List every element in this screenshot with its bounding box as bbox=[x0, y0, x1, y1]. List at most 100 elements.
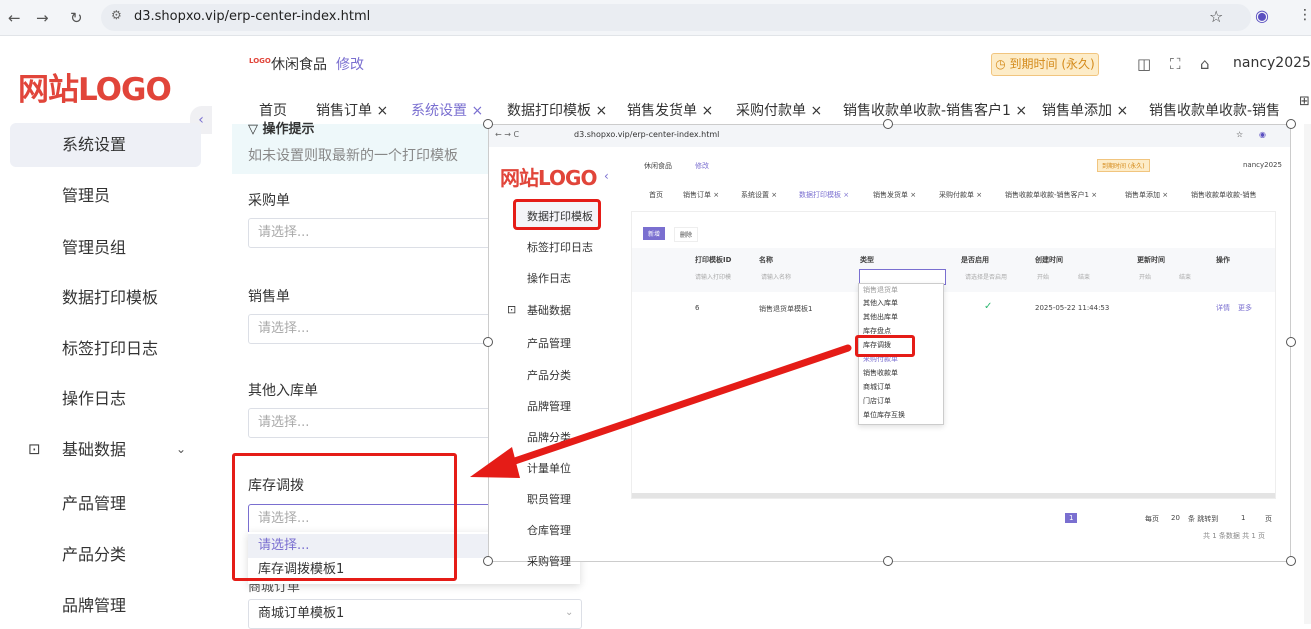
field-label-purchase: 采购单 bbox=[248, 193, 290, 209]
embedded-col: 创建时间 bbox=[1035, 256, 1063, 264]
embedded-row-more: 更多 bbox=[1238, 304, 1252, 312]
expire-badge: ◷ 到期时间 (永久) bbox=[991, 53, 1099, 76]
embedded-title: 休闲食品 bbox=[644, 162, 672, 170]
embedded-menu-item: 品牌管理 bbox=[527, 400, 571, 413]
embedded-filter: 请选择是否启用 bbox=[965, 274, 1008, 281]
tab-sales-receipt[interactable]: 销售收款单收款-销售 bbox=[1149, 100, 1280, 120]
embedded-url: d3.shopxo.vip/erp-center-index.html bbox=[574, 130, 720, 139]
resize-handle[interactable] bbox=[483, 337, 493, 347]
header-logo: LOGO bbox=[249, 57, 271, 65]
tab-sales-receipt-customer[interactable]: 销售收款单收款-销售客户1 × bbox=[843, 100, 1027, 120]
browser-menu-icon[interactable]: ⋮ bbox=[1298, 7, 1311, 23]
sidebar-item-admin-group[interactable]: 管理员组 bbox=[10, 226, 201, 270]
embedded-highlight-box bbox=[855, 335, 915, 357]
embedded-collapse-icon: ‹ bbox=[604, 169, 609, 183]
sidebar-item-label: 产品管理 bbox=[62, 494, 127, 513]
tab-print-template[interactable]: 数据打印模板 × bbox=[507, 100, 607, 120]
chart-icon: ⊡ bbox=[28, 440, 41, 458]
sidebar: 网站LOGO ‹ 系统设置 管理员 管理员组 数据打印模板 标签打印日志 操作日… bbox=[0, 36, 212, 625]
resize-handle[interactable] bbox=[883, 119, 893, 129]
embedded-filter: 结束 bbox=[1078, 274, 1091, 281]
tab-sales-order[interactable]: 销售订单 × bbox=[316, 100, 388, 120]
embedded-col: 名称 bbox=[759, 256, 773, 264]
embedded-total: 共 1 条数据 共 1 页 bbox=[1203, 532, 1266, 540]
embedded-goto-label: 条 跳转到 bbox=[1188, 515, 1219, 523]
embedded-menu-item: 品牌分类 bbox=[527, 431, 571, 444]
tab-purchase-payment[interactable]: 采购付款单 × bbox=[736, 100, 822, 120]
embedded-col: 是否启用 bbox=[961, 256, 989, 264]
resize-handle[interactable] bbox=[483, 119, 493, 129]
sidebar-item-label: 产品分类 bbox=[62, 545, 127, 564]
resize-handle[interactable] bbox=[1286, 337, 1296, 347]
chevron-down-icon[interactable]: ⌄ bbox=[176, 442, 186, 456]
embedded-menu-item: 产品分类 bbox=[527, 369, 571, 382]
tab-sales-delivery[interactable]: 销售发货单 × bbox=[627, 100, 713, 120]
page-scrollbar[interactable] bbox=[1304, 124, 1311, 624]
sidebar-item-product[interactable]: 产品管理 bbox=[10, 482, 201, 526]
embedded-menu-item: 仓库管理 bbox=[527, 524, 571, 537]
resize-handle[interactable] bbox=[1286, 119, 1296, 129]
embedded-screenshot: ← → C d3.shopxo.vip/erp-center-index.htm… bbox=[488, 124, 1291, 568]
sidebar-item-product-category[interactable]: 产品分类 bbox=[10, 533, 201, 577]
layout-icon[interactable]: ◫ bbox=[1137, 55, 1151, 73]
sidebar-item-label: 标签打印日志 bbox=[62, 339, 159, 358]
sidebar-item-label: 管理员 bbox=[62, 186, 111, 205]
chevron-down-icon: ⌄ bbox=[565, 607, 574, 618]
sidebar-item-system-settings[interactable]: 系统设置 bbox=[10, 123, 201, 167]
embedded-goto: 1 bbox=[1241, 514, 1246, 522]
tip-text: 如未设置则取最新的一个打印模板 bbox=[248, 148, 458, 164]
address-bar[interactable]: ⚙ d3.shopxo.vip/erp-center-index.html bbox=[101, 4, 1251, 31]
embedded-h-scroll bbox=[632, 493, 1275, 498]
reload-icon[interactable]: ↻ bbox=[70, 9, 83, 27]
embedded-page-current: 1 bbox=[1065, 513, 1078, 523]
back-icon[interactable]: ← bbox=[8, 9, 21, 27]
edit-link[interactable]: 修改 bbox=[336, 54, 364, 74]
embedded-row-created: 2025-05-22 11:44:53 bbox=[1035, 304, 1110, 312]
embedded-type-option: 单位库存互换 bbox=[863, 411, 905, 419]
home-icon[interactable]: ⌂ bbox=[1200, 55, 1210, 73]
resize-handle[interactable] bbox=[883, 556, 893, 566]
embedded-row-detail: 详情 bbox=[1216, 304, 1230, 312]
embedded-user: nancy2025 bbox=[1243, 161, 1282, 169]
embedded-row-name: 销售退货单模板1 bbox=[759, 305, 813, 313]
embedded-menu-item: 操作日志 bbox=[527, 272, 571, 285]
tab-sales-add[interactable]: 销售单添加 × bbox=[1042, 100, 1128, 120]
embedded-pager: 1 每页 20 条 跳转到 1 页 共 1 条数据 共 1 页 bbox=[629, 505, 1281, 545]
embedded-menu-item: 产品管理 bbox=[527, 337, 571, 350]
sidebar-item-label-print-log[interactable]: 标签打印日志 bbox=[10, 327, 201, 371]
tip-title-text: 操作提示 bbox=[262, 122, 315, 137]
forward-icon[interactable]: → bbox=[36, 9, 49, 27]
embedded-tab: 销售订单 × bbox=[683, 191, 720, 199]
embedded-nav-icons: ← → C bbox=[495, 130, 520, 139]
bookmark-star-icon[interactable]: ☆ bbox=[1209, 7, 1223, 26]
sidebar-item-brand[interactable]: 品牌管理 bbox=[10, 584, 201, 628]
embedded-tab: 销售发货单 × bbox=[873, 191, 917, 199]
sidebar-item-operation-log[interactable]: 操作日志 bbox=[10, 377, 201, 421]
embedded-tab: 采购付款单 × bbox=[939, 191, 983, 199]
url-text: d3.shopxo.vip/erp-center-index.html bbox=[134, 9, 371, 24]
fullscreen-icon[interactable]: ⛶ bbox=[1170, 55, 1181, 73]
profile-icon[interactable]: ◉ bbox=[1255, 6, 1269, 25]
resize-handle[interactable] bbox=[1286, 556, 1296, 566]
sidebar-item-label: 操作日志 bbox=[62, 389, 127, 408]
sidebar-item-admin[interactable]: 管理员 bbox=[10, 174, 201, 218]
tab-system-settings[interactable]: 系统设置 × bbox=[411, 100, 483, 120]
embedded-filter: 结束 bbox=[1179, 274, 1192, 281]
embedded-expire: 到期时间 (永久) bbox=[1097, 159, 1150, 172]
embedded-type-option: 销售退货单 bbox=[863, 286, 898, 294]
tip-title: ▽ 操作提示 bbox=[248, 122, 315, 137]
sidebar-item-print-template[interactable]: 数据打印模板 bbox=[10, 276, 201, 320]
expire-text: 到期时间 (永久) bbox=[1009, 57, 1095, 71]
embedded-row-id: 6 bbox=[695, 304, 700, 312]
user-name[interactable]: nancy2025 bbox=[1233, 55, 1311, 71]
embedded-profile-icon: ◉ bbox=[1259, 130, 1266, 139]
tabs-menu-icon[interactable]: ⊞ bbox=[1299, 94, 1310, 109]
site-logo: 网站LOGO bbox=[18, 72, 172, 108]
embedded-tab: 销售收款单收款-销售 bbox=[1191, 191, 1257, 199]
resize-handle[interactable] bbox=[483, 556, 493, 566]
embedded-menu-item: 计量单位 bbox=[527, 462, 571, 475]
tab-home[interactable]: 首页 bbox=[259, 100, 287, 120]
field-label-sales: 销售单 bbox=[248, 289, 290, 305]
embedded-star-icon: ☆ bbox=[1236, 130, 1244, 139]
site-settings-icon[interactable]: ⚙ bbox=[111, 8, 122, 22]
